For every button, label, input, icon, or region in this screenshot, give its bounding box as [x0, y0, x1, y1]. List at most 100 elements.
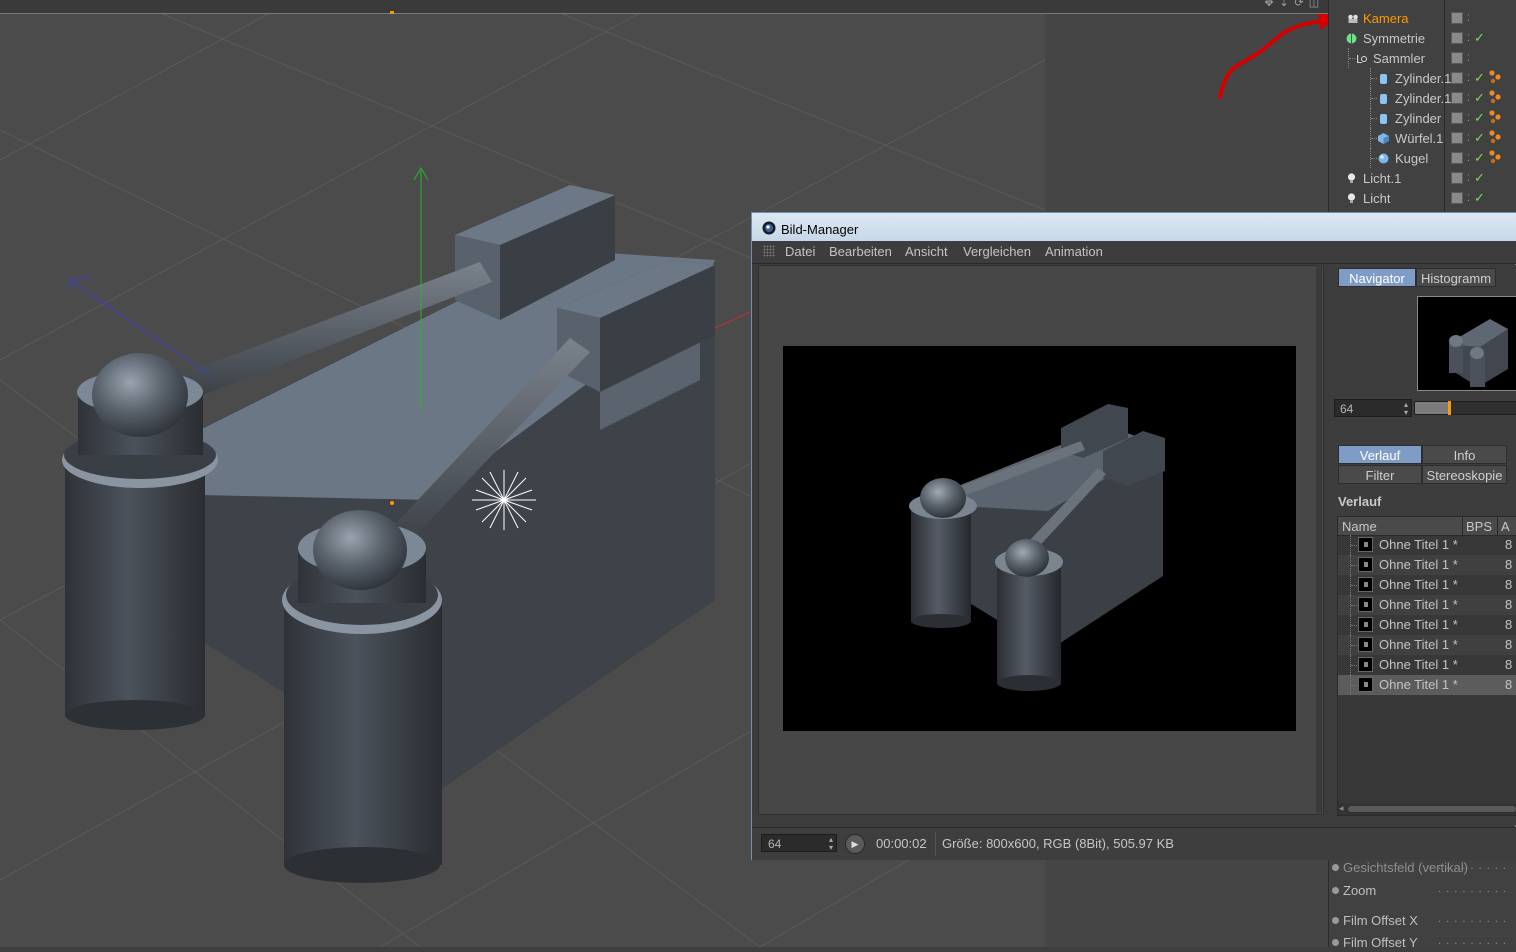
object-row[interactable]: Zylinder.1 ⁚ ✓ — [1329, 68, 1516, 88]
layer-icon[interactable] — [1451, 192, 1463, 204]
rotate-view-icon[interactable]: ⟳ — [1293, 0, 1305, 9]
object-name[interactable]: Kugel — [1395, 151, 1428, 166]
animation-radio-icon[interactable] — [1332, 887, 1339, 894]
history-row[interactable]: Ohne Titel 1 * 8 — [1338, 595, 1516, 615]
object-row[interactable]: Licht.1 ⁚ ✓ — [1329, 168, 1516, 188]
object-row[interactable]: Kamera ⁚ — [1329, 8, 1516, 28]
tab-stereoskopie[interactable]: Stereoskopie — [1422, 465, 1507, 484]
object-name[interactable]: Kamera — [1363, 11, 1409, 26]
enabled-check-icon[interactable]: ✓ — [1474, 130, 1485, 146]
enabled-check-icon[interactable]: ✓ — [1474, 70, 1485, 86]
maximize-view-icon[interactable]: ◫ — [1308, 0, 1320, 9]
move-view-icon[interactable]: ✥ — [1263, 0, 1275, 9]
tab-verlauf[interactable]: Verlauf — [1338, 445, 1422, 464]
layer-icon[interactable] — [1451, 12, 1463, 24]
material-tag-icon[interactable] — [1488, 89, 1502, 105]
menu-datei[interactable]: Datei — [785, 244, 815, 259]
history-row[interactable]: Ohne Titel 1 * 8 — [1338, 635, 1516, 655]
scrollbar-thumb[interactable] — [1348, 806, 1516, 812]
enabled-check-icon[interactable]: ✓ — [1474, 30, 1485, 46]
window-titlebar[interactable]: Bild-Manager — [752, 213, 1516, 241]
object-name[interactable]: Sammler — [1373, 51, 1425, 66]
frame-input[interactable]: 64 ▴ ▾ — [761, 834, 837, 852]
object-row[interactable]: Würfel.1 ⁚ ✓ — [1329, 128, 1516, 148]
render-thumbnail — [1358, 657, 1373, 672]
canvas-scrollbar[interactable] — [1316, 265, 1322, 813]
material-tag-icon[interactable] — [1488, 69, 1502, 85]
column-bps[interactable]: BPS — [1466, 519, 1492, 534]
history-row[interactable]: Ohne Titel 1 * 8 — [1338, 655, 1516, 675]
viewport-header-bar: ✥ ⇣ ⟳ ◫ — [0, 0, 1328, 14]
attribute-row[interactable]: Film Offset Y . . . . . . . . . — [1329, 934, 1516, 952]
zoom-slider-handle[interactable] — [1448, 401, 1451, 415]
spinner-arrows-icon[interactable]: ▴ ▾ — [1404, 401, 1408, 417]
layer-icon[interactable] — [1451, 52, 1463, 64]
layer-icon[interactable] — [1451, 172, 1463, 184]
layer-icon[interactable] — [1451, 112, 1463, 124]
menu-vergleichen[interactable]: Vergleichen — [963, 244, 1031, 259]
tab-histogramm[interactable]: Histogramm — [1416, 268, 1496, 287]
object-name[interactable]: Licht — [1363, 191, 1390, 206]
history-bps: 8 — [1505, 657, 1513, 672]
object-name[interactable]: Würfel.1 — [1395, 131, 1443, 146]
object-row[interactable]: Zylinder ⁚ ✓ — [1329, 108, 1516, 128]
history-scrollbar[interactable]: ◂ — [1338, 803, 1516, 815]
layer-icon[interactable] — [1451, 152, 1463, 164]
menu-bearbeiten[interactable]: Bearbeiten — [829, 244, 892, 259]
tab-filter[interactable]: Filter — [1338, 465, 1422, 484]
spinner-arrows-icon[interactable]: ▴ ▾ — [829, 836, 833, 852]
layer-icon[interactable] — [1451, 72, 1463, 84]
history-row[interactable]: Ohne Titel 1 * 8 — [1338, 575, 1516, 595]
enabled-check-icon[interactable]: ✓ — [1474, 170, 1485, 186]
object-row[interactable]: Licht ⁚ ✓ — [1329, 188, 1516, 208]
object-row[interactable]: Zylinder.1 ⁚ ✓ — [1329, 88, 1516, 108]
play-icon[interactable]: ▶ — [845, 834, 865, 854]
object-name[interactable]: Licht.1 — [1363, 171, 1401, 186]
visibility-dots-icon[interactable]: ⁚ — [1467, 13, 1477, 23]
object-name[interactable]: Zylinder.1 — [1395, 91, 1451, 106]
history-name: Ohne Titel 1 * — [1379, 637, 1458, 652]
menu-ansicht[interactable]: Ansicht — [905, 244, 948, 259]
animation-radio-icon[interactable] — [1332, 864, 1339, 871]
attribute-row[interactable]: Gesichtsfeld (vertikal). . . . . . . . . — [1329, 859, 1516, 877]
tab-navigator[interactable]: Navigator — [1338, 268, 1416, 287]
animation-radio-icon[interactable] — [1332, 917, 1339, 924]
history-bps: 8 — [1505, 597, 1513, 612]
column-a[interactable]: A — [1501, 519, 1510, 534]
material-tag-icon[interactable] — [1488, 129, 1502, 145]
grip-icon[interactable] — [763, 245, 775, 257]
history-row[interactable]: Ohne Titel 1 * 8 — [1338, 675, 1516, 695]
object-name[interactable]: Zylinder — [1395, 111, 1441, 126]
history-row[interactable]: Ohne Titel 1 * 8 — [1338, 555, 1516, 575]
tab-info[interactable]: Info — [1422, 445, 1507, 464]
zoom-input[interactable]: 64 ▴ ▾ — [1334, 399, 1412, 417]
dolly-icon[interactable]: ⇣ — [1278, 0, 1290, 9]
material-tag-icon[interactable] — [1488, 109, 1502, 125]
zoom-slider[interactable] — [1414, 401, 1516, 415]
material-tag-icon[interactable] — [1488, 149, 1502, 165]
visibility-dots-icon[interactable]: ⁚ — [1467, 53, 1477, 63]
object-name[interactable]: Zylinder.1 — [1395, 71, 1451, 86]
attribute-row[interactable]: Film Offset X . . . . . . . . . — [1329, 912, 1516, 930]
enabled-check-icon[interactable]: ✓ — [1474, 110, 1485, 126]
object-row[interactable]: Kugel ⁚ ✓ — [1329, 148, 1516, 168]
layer-icon[interactable] — [1451, 32, 1463, 44]
menu-animation[interactable]: Animation — [1045, 244, 1103, 259]
layer-icon[interactable] — [1451, 132, 1463, 144]
navigator-thumbnail[interactable] — [1417, 296, 1516, 391]
object-name[interactable]: Symmetrie — [1363, 31, 1425, 46]
history-row[interactable]: Ohne Titel 1 * 8 — [1338, 535, 1516, 555]
layer-icon[interactable] — [1451, 92, 1463, 104]
history-row[interactable]: Ohne Titel 1 * 8 — [1338, 615, 1516, 635]
enabled-check-icon[interactable]: ✓ — [1474, 150, 1485, 166]
column-name[interactable]: Name — [1342, 519, 1377, 534]
attribute-row[interactable]: Zoom . . . . . . . . . — [1329, 882, 1516, 900]
object-row[interactable]: L Sammler ⁚ — [1329, 48, 1516, 68]
animation-radio-icon[interactable] — [1332, 939, 1339, 946]
object-row[interactable]: Symmetrie ⁚ ✓ — [1329, 28, 1516, 48]
render-thumbnail — [1358, 597, 1373, 612]
enabled-check-icon[interactable]: ✓ — [1474, 190, 1485, 206]
image-canvas[interactable] — [758, 265, 1324, 815]
scroll-left-icon[interactable]: ◂ — [1339, 803, 1344, 814]
enabled-check-icon[interactable]: ✓ — [1474, 90, 1485, 106]
